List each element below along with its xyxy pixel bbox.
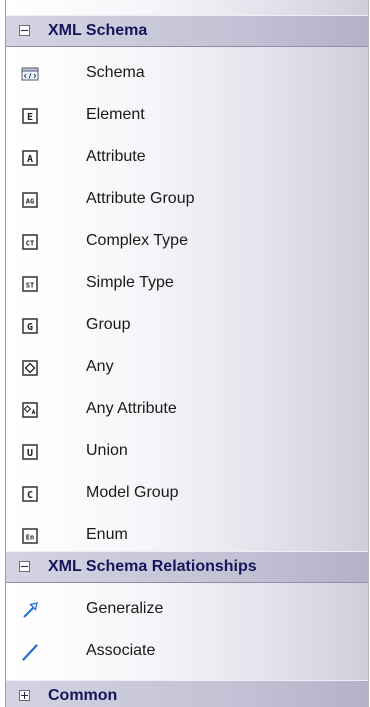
toolbox-item-schema[interactable]: Schema — [6, 59, 368, 89]
svg-text:U: U — [27, 448, 33, 459]
toolbox-item-union[interactable]: U Union — [6, 437, 368, 467]
section-title: Common — [48, 687, 118, 704]
attribute-icon: A — [22, 150, 38, 166]
toolbox-item-label: Model Group — [86, 484, 179, 501]
section-header-xml-schema-relationships[interactable]: XML Schema Relationships — [6, 551, 368, 583]
svg-text:ST: ST — [26, 282, 34, 290]
toolbox-item-label: Simple Type — [86, 274, 174, 291]
expand-toggle-icon[interactable] — [19, 690, 30, 701]
svg-text:E: E — [27, 112, 33, 123]
model-group-icon: C — [22, 486, 38, 502]
complex-type-icon: CT — [22, 234, 38, 250]
toolbox-item-label: Schema — [86, 64, 145, 81]
svg-text:En: En — [26, 534, 34, 542]
toolbox-item-attribute[interactable]: A Attribute — [6, 143, 368, 173]
toolbox-item-label: Group — [86, 316, 131, 333]
toolbox-item-complex-type[interactable]: CT Complex Type — [6, 227, 368, 257]
section-header-xml-schema[interactable]: XML Schema — [6, 15, 368, 47]
toolbox-item-label: Any Attribute — [86, 400, 177, 417]
toolbox-item-associate[interactable]: Associate — [6, 637, 368, 667]
svg-text:AG: AG — [26, 198, 34, 206]
toolbox-item-label: Element — [86, 106, 145, 123]
schema-icon — [21, 67, 39, 81]
toolbox-panel: XML Schema Schema E Element A Attribute … — [5, 0, 369, 707]
toolbox-item-model-group[interactable]: C Model Group — [6, 479, 368, 509]
toolbox-item-simple-type[interactable]: ST Simple Type — [6, 269, 368, 299]
svg-text:C: C — [27, 490, 33, 501]
toolbox-item-label: Union — [86, 442, 128, 459]
toolbox-item-any[interactable]: Any — [6, 353, 368, 383]
collapse-toggle-icon[interactable] — [19, 561, 30, 572]
toolbox-item-any-attribute[interactable]: Any Attribute — [6, 395, 368, 425]
toolbox-item-label: Generalize — [86, 600, 164, 617]
associate-line-icon — [22, 644, 38, 661]
section-title: XML Schema — [48, 22, 148, 39]
svg-text:CT: CT — [26, 240, 34, 248]
section-title: XML Schema Relationships — [48, 558, 257, 575]
toolbox-item-label: Any — [86, 358, 114, 375]
toolbox-item-enum[interactable]: En Enum — [6, 521, 368, 551]
toolbox-item-label: Complex Type — [86, 232, 188, 249]
toolbox-item-element[interactable]: E Element — [6, 101, 368, 131]
attribute-group-icon: AG — [22, 192, 38, 208]
simple-type-icon: ST — [22, 276, 38, 292]
collapse-toggle-icon[interactable] — [19, 25, 30, 36]
union-icon: U — [22, 444, 38, 460]
any-icon — [22, 360, 38, 376]
svg-text:G: G — [27, 322, 33, 333]
section-header-common[interactable]: Common — [6, 680, 368, 707]
element-icon: E — [22, 108, 38, 124]
any-attribute-icon — [22, 402, 38, 418]
toolbox-item-label: Enum — [86, 526, 128, 543]
toolbox-item-group[interactable]: G Group — [6, 311, 368, 341]
toolbox-item-label: Attribute — [86, 148, 146, 165]
svg-text:A: A — [27, 154, 33, 165]
group-icon: G — [22, 318, 38, 334]
toolbox-item-label: Associate — [86, 642, 156, 659]
toolbox-item-attribute-group[interactable]: AG Attribute Group — [6, 185, 368, 215]
toolbox-item-label: Attribute Group — [86, 190, 195, 207]
toolbox-item-generalize[interactable]: Generalize — [6, 595, 368, 625]
generalize-arrow-icon — [23, 602, 38, 618]
enum-icon: En — [22, 528, 38, 544]
